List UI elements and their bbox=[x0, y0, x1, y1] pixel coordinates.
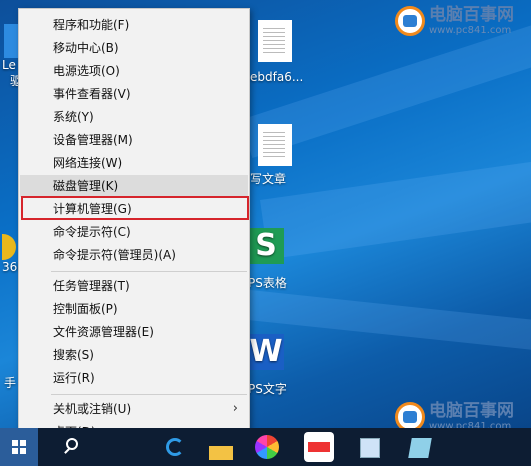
watermark-name: 电脑百事网 bbox=[429, 5, 514, 26]
menu-item-search[interactable]: 搜索(S) bbox=[20, 344, 248, 366]
menu-item-network-connections[interactable]: 网络连接(W) bbox=[20, 152, 248, 174]
menu-item-mobility-center[interactable]: 移动中心(B) bbox=[20, 37, 248, 59]
folder-icon[interactable] bbox=[205, 432, 235, 462]
menu-separator bbox=[51, 394, 247, 395]
start-button[interactable] bbox=[0, 428, 38, 466]
menu-item-event-viewer[interactable]: 事件查看器(V) bbox=[20, 83, 248, 105]
desktop-icon-label: 驱 bbox=[10, 74, 23, 88]
menu-item-run[interactable]: 运行(R) bbox=[20, 367, 248, 389]
ie-icon[interactable] bbox=[160, 432, 190, 462]
app-icon bbox=[2, 234, 16, 260]
chevron-right-icon: › bbox=[232, 401, 238, 416]
wps-writer-icon: W bbox=[248, 334, 284, 370]
desktop-icon-label: 手 bbox=[4, 376, 17, 390]
highlight-box bbox=[21, 196, 249, 220]
watermark-name: 电脑百事网 bbox=[429, 401, 514, 422]
taskbar bbox=[0, 428, 531, 466]
app-icon bbox=[4, 24, 18, 58]
menu-item-disk-management[interactable]: 磁盘管理(K) bbox=[20, 175, 248, 197]
menu-item-device-manager[interactable]: 设备管理器(M) bbox=[20, 129, 248, 151]
desktop-icon-le[interactable]: Le 驱 bbox=[0, 24, 23, 89]
sogou-icon[interactable] bbox=[304, 432, 334, 462]
menu-item-system[interactable]: 系统(Y) bbox=[20, 106, 248, 128]
paint-icon[interactable] bbox=[354, 432, 384, 462]
media-icon[interactable] bbox=[404, 432, 434, 462]
photos-icon[interactable] bbox=[252, 432, 282, 462]
menu-item-command-prompt[interactable]: 命令提示符(C) bbox=[20, 221, 248, 243]
menu-item-power-options[interactable]: 电源选项(O) bbox=[20, 60, 248, 82]
watermark-url: www.pc841.com bbox=[429, 24, 512, 36]
menu-item-task-manager[interactable]: 任务管理器(T) bbox=[20, 275, 248, 297]
desktop-icon-label: Le bbox=[2, 58, 16, 72]
menu-item-label: 关机或注销(U) bbox=[53, 402, 132, 416]
windows-logo-icon bbox=[12, 440, 26, 454]
menu-item-programs-features[interactable]: 程序和功能(F) bbox=[20, 14, 248, 36]
desktop-icon-hand[interactable]: 手 bbox=[0, 358, 20, 391]
watermark-logo-icon bbox=[395, 6, 425, 36]
menu-item-shutdown-signout[interactable]: 关机或注销(U) › bbox=[20, 398, 248, 420]
menu-item-file-explorer[interactable]: 文件资源管理器(E) bbox=[20, 321, 248, 343]
wps-sheet-icon: S bbox=[248, 228, 284, 264]
watermark-top: 电脑百事网 www.pc841.com bbox=[395, 6, 514, 36]
desktop-icon-360[interactable]: 360 bbox=[0, 234, 25, 274]
winx-context-menu: 程序和功能(F) 移动中心(B) 电源选项(O) 事件查看器(V) 系统(Y) … bbox=[18, 8, 250, 448]
menu-separator bbox=[51, 271, 247, 272]
document-icon bbox=[258, 20, 292, 62]
desktop-icon-label: 360 bbox=[2, 260, 25, 274]
menu-item-command-prompt-admin[interactable]: 命令提示符(管理员)(A) bbox=[20, 244, 248, 266]
menu-item-control-panel[interactable]: 控制面板(P) bbox=[20, 298, 248, 320]
document-icon bbox=[258, 124, 292, 166]
search-icon[interactable] bbox=[58, 432, 88, 462]
